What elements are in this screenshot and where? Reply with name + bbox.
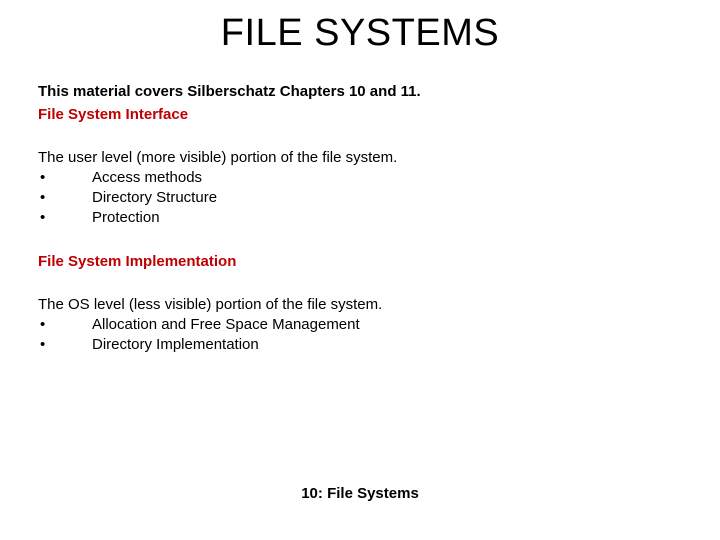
bullet-text: Allocation and Free Space Management xyxy=(92,316,360,333)
list-item: • Directory Implementation xyxy=(38,336,682,353)
bullet-icon: • xyxy=(38,316,92,333)
list-item: • Directory Structure xyxy=(38,189,682,206)
section1-intro: The user level (more visible) portion of… xyxy=(38,149,682,166)
coverage-note: This material covers Silberschatz Chapte… xyxy=(38,83,682,100)
section-heading-implementation: File System Implementation xyxy=(38,253,682,270)
section2-intro: The OS level (less visible) portion of t… xyxy=(38,296,682,313)
list-item: • Allocation and Free Space Management xyxy=(38,316,682,333)
bullet-icon: • xyxy=(38,189,92,206)
bullet-text: Access methods xyxy=(92,169,202,186)
list-item: • Access methods xyxy=(38,169,682,186)
bullet-icon: • xyxy=(38,169,92,186)
bullet-icon: • xyxy=(38,336,92,353)
bullet-text: Directory Implementation xyxy=(92,336,259,353)
list-item: • Protection xyxy=(38,209,682,226)
slide-title: FILE SYSTEMS xyxy=(38,12,682,55)
section-heading-interface: File System Interface xyxy=(38,106,682,123)
slide-content: FILE SYSTEMS This material covers Silber… xyxy=(0,0,720,353)
bullet-icon: • xyxy=(38,209,92,226)
bullet-text: Protection xyxy=(92,209,160,226)
slide-footer: 10: File Systems xyxy=(0,485,720,502)
bullet-text: Directory Structure xyxy=(92,189,217,206)
